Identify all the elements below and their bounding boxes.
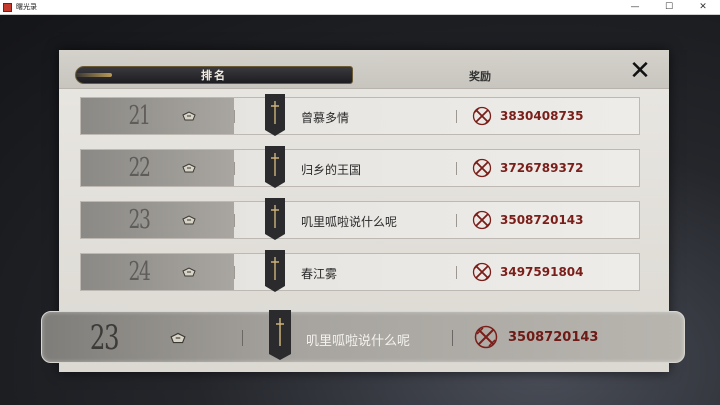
ranking-row: 21 曾慕多情 3830408735 — [80, 94, 640, 136]
tab-ranking[interactable]: 排名 — [72, 66, 353, 84]
panel-header: 排名 奖励 ✕ — [59, 50, 669, 89]
rank-number: 21 — [128, 101, 151, 131]
guild-emblem-icon — [182, 215, 196, 225]
guild-emblem-icon — [182, 111, 196, 121]
close-icon: ✕ — [629, 56, 651, 86]
divider — [234, 266, 235, 279]
window-controls: — ☐ ✕ — [618, 0, 720, 14]
divider — [234, 214, 235, 227]
rank-box — [81, 202, 234, 238]
guild-emblem-icon — [170, 332, 186, 344]
divider — [452, 330, 453, 346]
self-rank-number: 23 — [89, 318, 120, 358]
rank-number: 23 — [128, 205, 151, 235]
sword-banner-icon — [265, 198, 285, 240]
self-player-name: 叽里呱啦说什么呢 — [306, 334, 411, 349]
score: 3726789372 — [500, 161, 584, 175]
ranking-row: 22 归乡的王国 3726789372 — [80, 146, 640, 188]
rank-box — [81, 254, 234, 290]
sword-banner-icon — [265, 250, 285, 292]
rank-box — [81, 150, 234, 186]
rank-box — [81, 98, 234, 134]
app-icon — [3, 2, 12, 12]
crossed-swords-icon — [472, 210, 492, 230]
divider — [456, 110, 457, 123]
crossed-swords-icon — [472, 158, 492, 178]
window-title: 曙光录 — [16, 3, 37, 11]
crossed-swords-icon — [472, 106, 492, 126]
player-name: 叽里呱啦说什么呢 — [301, 215, 398, 229]
divider — [242, 330, 243, 346]
minimize-button[interactable]: — — [618, 0, 652, 14]
player-name: 归乡的王国 — [301, 163, 362, 177]
self-rank-row: 23 叽里呱啦说什么呢 3508720143 — [41, 310, 685, 363]
maximize-button[interactable]: ☐ — [652, 0, 686, 14]
close-window-button[interactable]: ✕ — [686, 0, 720, 14]
self-score: 3508720143 — [508, 330, 599, 345]
score: 3508720143 — [500, 213, 584, 227]
guild-emblem-icon — [182, 163, 196, 173]
ranking-row: 23 叽里呱啦说什么呢 3508720143 — [80, 198, 640, 240]
crossed-swords-icon — [474, 325, 498, 349]
ranking-row: 24 春江雾 3497591804 — [80, 250, 640, 292]
crossed-swords-icon — [472, 262, 492, 282]
close-button[interactable]: ✕ — [627, 58, 653, 84]
divider — [234, 162, 235, 175]
score: 3497591804 — [500, 265, 584, 279]
sword-banner-icon — [269, 310, 291, 360]
divider — [456, 266, 457, 279]
guild-emblem-icon — [182, 267, 196, 277]
window-titlebar: 曙光录 — ☐ ✕ — [0, 0, 720, 15]
sword-banner-icon — [265, 146, 285, 188]
rank-number: 22 — [128, 153, 151, 183]
rank-number: 24 — [128, 257, 151, 287]
player-name: 曾慕多情 — [301, 111, 350, 125]
tab-ranking-label: 排名 — [201, 69, 227, 82]
score: 3830408735 — [500, 109, 584, 123]
sword-banner-icon — [265, 94, 285, 136]
divider — [234, 110, 235, 123]
divider — [456, 214, 457, 227]
player-name: 春江雾 — [301, 267, 338, 281]
tab-reward[interactable]: 奖励 — [469, 68, 491, 84]
divider — [456, 162, 457, 175]
